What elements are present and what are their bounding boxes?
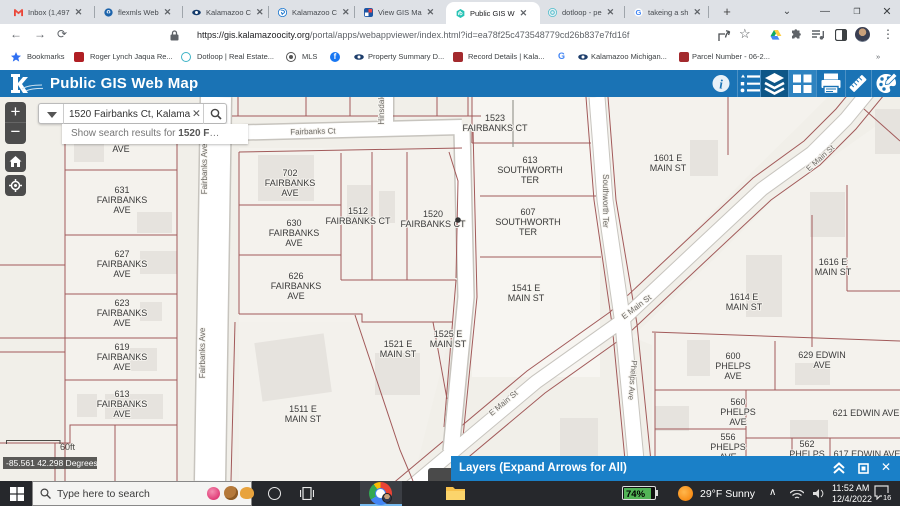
svg-text:1541 EMAIN ST: 1541 E MAIN ST xyxy=(508,283,545,303)
svg-text:1511 EMAIN ST: 1511 E MAIN ST xyxy=(285,404,322,424)
svg-text:1521 EMAIN ST: 1521 E MAIN ST xyxy=(380,339,417,359)
svg-text:i: i xyxy=(719,77,723,92)
svg-text:1525 EMAIN ST: 1525 E MAIN ST xyxy=(430,329,467,349)
svg-text:AVE: AVE xyxy=(112,144,129,154)
svg-text:Fairbanks Ct: Fairbanks Ct xyxy=(290,126,336,136)
svg-text:60ft: 60ft xyxy=(60,442,76,452)
svg-text:G: G xyxy=(636,8,642,17)
svg-text:1614 EMAIN ST: 1614 E MAIN ST xyxy=(726,292,763,312)
svg-text:621 EDWIN AVE: 621 EDWIN AVE xyxy=(833,408,900,418)
svg-text:Hinsdale: Hinsdale xyxy=(377,97,386,125)
svg-text:Fairbanks Ave: Fairbanks Ave xyxy=(200,143,209,194)
svg-text:1616 EMAIN ST: 1616 E MAIN ST xyxy=(815,257,852,277)
svg-text:1601 EMAIN ST: 1601 E MAIN ST xyxy=(650,153,687,173)
svg-text:Southworth Ter: Southworth Ter xyxy=(601,174,610,228)
svg-text:Fairbanks Ave: Fairbanks Ave xyxy=(198,327,207,378)
